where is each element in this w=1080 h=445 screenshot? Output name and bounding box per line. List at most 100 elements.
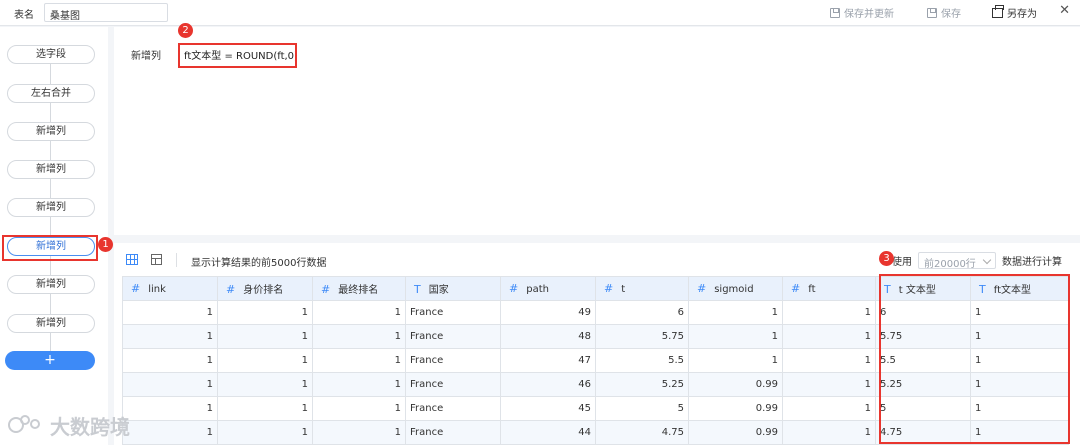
table-cell: 1 — [122, 348, 218, 373]
table-cell: 1 — [217, 372, 313, 397]
save-as-icon — [992, 4, 1004, 18]
table-name-label: 表名 — [14, 10, 34, 21]
column-header[interactable]: # path — [500, 276, 596, 301]
save-as-label: 另存为 — [1007, 9, 1037, 20]
column-header[interactable]: # 最终排名 — [312, 276, 406, 301]
annotation-badge-1: 1 — [98, 237, 113, 252]
step-new-column[interactable]: 新增列 — [7, 314, 95, 333]
table-cell: 1 — [782, 420, 876, 445]
number-type-icon: # — [791, 282, 801, 295]
table-cell: 1 — [217, 300, 313, 325]
column-header[interactable]: # t — [595, 276, 689, 301]
save-icon — [830, 7, 840, 18]
table-cell: France — [405, 372, 501, 397]
table-cell: 6 — [595, 300, 689, 325]
table-cell: 1 — [122, 372, 218, 397]
number-type-icon: # — [226, 283, 236, 296]
grid-view-icon[interactable] — [126, 254, 138, 265]
number-type-icon: # — [697, 282, 707, 295]
table-cell: 1 — [122, 420, 218, 445]
column-header-label: 最终排名 — [338, 285, 379, 296]
column-header-label: 身价排名 — [243, 285, 284, 296]
table-cell: 1 — [122, 300, 218, 325]
preview-row-note: 显示计算结果的前5000行数据 — [191, 258, 327, 269]
step-new-column[interactable]: 新增列 — [7, 198, 95, 217]
table-cell: 1 — [122, 324, 218, 349]
row-limit-select[interactable]: 前20000行 — [918, 252, 996, 270]
column-header-label: sigmoid — [714, 284, 754, 295]
table-cell: 1 — [688, 300, 783, 325]
table-cell: 1 — [217, 420, 313, 445]
step-merge-left-right[interactable]: 左右合并 — [7, 84, 95, 103]
table-cell: 44 — [500, 420, 596, 445]
save-label: 保存 — [941, 9, 961, 20]
column-header-label: path — [526, 284, 549, 295]
table-cell: 1 — [217, 324, 313, 349]
watermark-logo-icon — [8, 414, 46, 437]
table-cell: 48 — [500, 324, 596, 349]
table-cell: 1 — [782, 372, 876, 397]
table-cell: 1 — [122, 396, 218, 421]
table-cell: France — [405, 300, 501, 325]
column-header[interactable]: # ft — [782, 276, 876, 301]
table-cell: 1 — [782, 300, 876, 325]
table-cell: France — [405, 324, 501, 349]
close-icon[interactable]: ✕ — [1059, 3, 1070, 18]
row-limit-control: 使用 前20000行 数据进行计算 — [892, 252, 1062, 270]
save-button[interactable]: 保存 — [927, 5, 961, 20]
table-cell: 5 — [595, 396, 689, 421]
table-cell: 1 — [312, 300, 406, 325]
table-view-icon[interactable] — [151, 254, 162, 265]
column-header[interactable]: # 身价排名 — [217, 276, 313, 301]
annotation-badge-2: 2 — [178, 23, 193, 38]
column-header-label: t — [621, 284, 626, 295]
table-cell: 1 — [782, 348, 876, 373]
table-cell: 1 — [312, 324, 406, 349]
column-header-label: ft — [808, 284, 816, 295]
column-header[interactable]: T 国家 — [405, 276, 501, 301]
step-new-column[interactable]: 新增列 — [7, 275, 95, 294]
table-cell: 47 — [500, 348, 596, 373]
table-cell: 1 — [312, 396, 406, 421]
formula-label: 新增列 — [131, 51, 161, 62]
table-cell: 1 — [217, 396, 313, 421]
table-cell: 1 — [782, 396, 876, 421]
save-as-button[interactable]: 另存为 — [992, 4, 1037, 20]
column-header[interactable]: # link — [122, 276, 218, 301]
use-label: 使用 — [892, 257, 912, 268]
table-cell: 1 — [688, 324, 783, 349]
column-header[interactable]: # sigmoid — [688, 276, 783, 301]
table-cell: 1 — [782, 324, 876, 349]
table-cell: 0.99 — [688, 372, 783, 397]
table-name-input[interactable]: 桑基图 — [44, 3, 168, 22]
column-header-label: 国家 — [428, 285, 449, 296]
step-new-column[interactable]: 新增列 — [7, 122, 95, 141]
number-type-icon: # — [509, 282, 519, 295]
table-cell: 1 — [688, 348, 783, 373]
number-type-icon: # — [131, 282, 141, 295]
step-new-column[interactable]: 新增列 — [7, 160, 95, 179]
table-cell: 1 — [312, 348, 406, 373]
step-select-fields[interactable]: 选字段 — [7, 45, 95, 64]
watermark: 大数跨境 — [8, 411, 130, 440]
table-cell: France — [405, 348, 501, 373]
add-step-button[interactable]: + — [5, 351, 95, 370]
save-and-update-label: 保存并更新 — [844, 9, 894, 20]
watermark-text: 大数跨境 — [50, 415, 130, 439]
top-bar: 表名 桑基图 保存并更新 保存 另存为 ✕ — [0, 0, 1080, 26]
number-type-icon: # — [604, 282, 614, 295]
annotation-badge-3: 3 — [879, 251, 894, 266]
text-type-icon: T — [414, 283, 421, 296]
save-and-update-button[interactable]: 保存并更新 — [830, 5, 894, 20]
table-cell: France — [405, 420, 501, 445]
table-cell: 4.75 — [595, 420, 689, 445]
number-type-icon: # — [321, 283, 331, 296]
table-cell: 5.5 — [595, 348, 689, 373]
table-cell: 1 — [312, 372, 406, 397]
toolbar-divider — [176, 253, 177, 267]
annotation-box-formula — [178, 43, 297, 68]
table-cell: 5.25 — [595, 372, 689, 397]
table-cell: 5.75 — [595, 324, 689, 349]
table-cell: 0.99 — [688, 420, 783, 445]
table-cell: 49 — [500, 300, 596, 325]
